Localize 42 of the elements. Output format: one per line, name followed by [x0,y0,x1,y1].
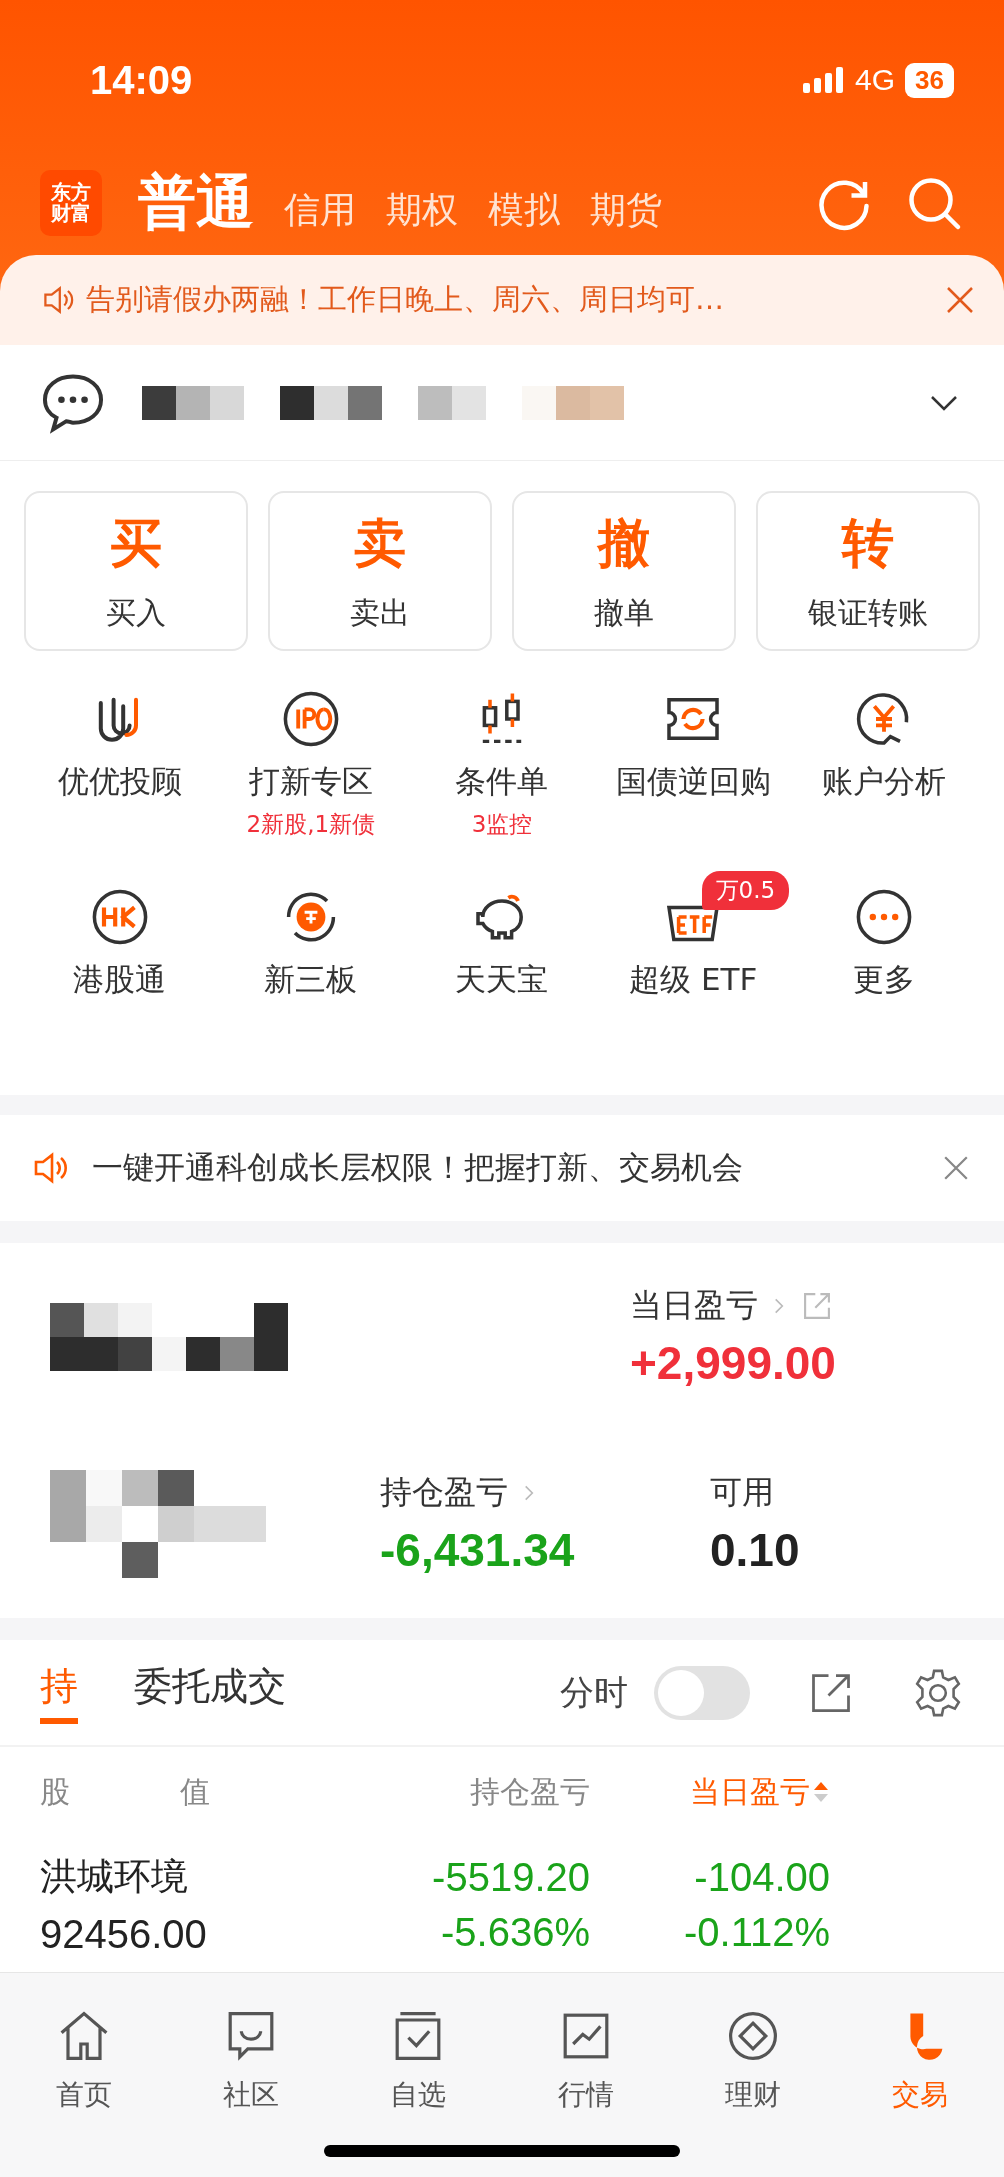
column-header[interactable]: 值 [180,1771,380,1813]
service-shortcut[interactable]: 账户分析 [822,687,947,857]
service-shortcut[interactable]: 天天宝 [455,885,549,1055]
app-logo: 东方 财富 [40,169,102,236]
trade-action-button[interactable]: 转 银证转账 [756,491,980,651]
tab-bar-item[interactable]: 行情 [502,2003,670,2115]
positions-tab[interactable]: 委托成交 [134,1661,286,1724]
fee-badge: 万0.5 [701,871,790,910]
trade-action-button[interactable]: 买 买入 [24,491,248,651]
stock-name: 洪城环境 [40,1854,189,1900]
service-shortcut[interactable]: 打新专区 2新股,1新债 [246,687,376,857]
holding-pnl-label: 持仓盈亏 [380,1472,508,1514]
daily-pnl-percent: -0.112% [684,1909,830,1955]
trade-action-button[interactable]: 撤 撤单 [512,491,736,651]
available-value: 0.10 [710,1523,801,1578]
promo-banner-text: 告别请假办两融！工作日晚上、周六、周日均可… [86,281,725,318]
daily-pnl-cell: -104.00 [694,1854,830,1900]
status-time: 14:09 [90,57,194,103]
service-shortcut[interactable]: 条件单 3监控 [455,687,549,857]
notice-text: 一键开通科创成长层权限！把握打新、交易机会 [92,1148,744,1187]
tab-bar-item[interactable]: 首页 [0,2003,168,2115]
holding-pnl-cell: -5519.20 [432,1854,590,1900]
market-value: 92456.00 [40,1912,208,1957]
tab-bar-item[interactable]: 自选 [334,2003,502,2115]
column-header[interactable]: 持仓盈亏 [470,1771,590,1813]
service-shortcut[interactable]: 新三板 [264,885,358,1055]
daily-pnl-label: 当日盈亏 [630,1284,758,1326]
tab-bar-item[interactable]: 社区 [167,2003,335,2115]
column-header[interactable]: 股 [40,1771,180,1813]
daily-pnl-value: +2,999.00 [630,1335,837,1390]
service-shortcut[interactable]: 更多 [852,885,917,1055]
network-type: 4G [855,63,896,97]
available-label: 可用 [710,1472,774,1514]
service-shortcut[interactable]: 港股通 [73,885,167,1055]
time-share-label: 分时 [560,1670,628,1714]
service-shortcut[interactable]: 优优投顾 [57,687,182,857]
holding-pnl-percent: -5.636% [441,1909,590,1955]
holding-pnl-value: -6,431.34 [380,1523,576,1578]
service-shortcut[interactable]: 国债逆回购 [615,687,771,857]
trade-action-button[interactable]: 卖 卖出 [268,491,492,651]
battery-level: 36 [905,62,954,98]
tab-bar-item[interactable]: 理财 [669,2003,837,2115]
